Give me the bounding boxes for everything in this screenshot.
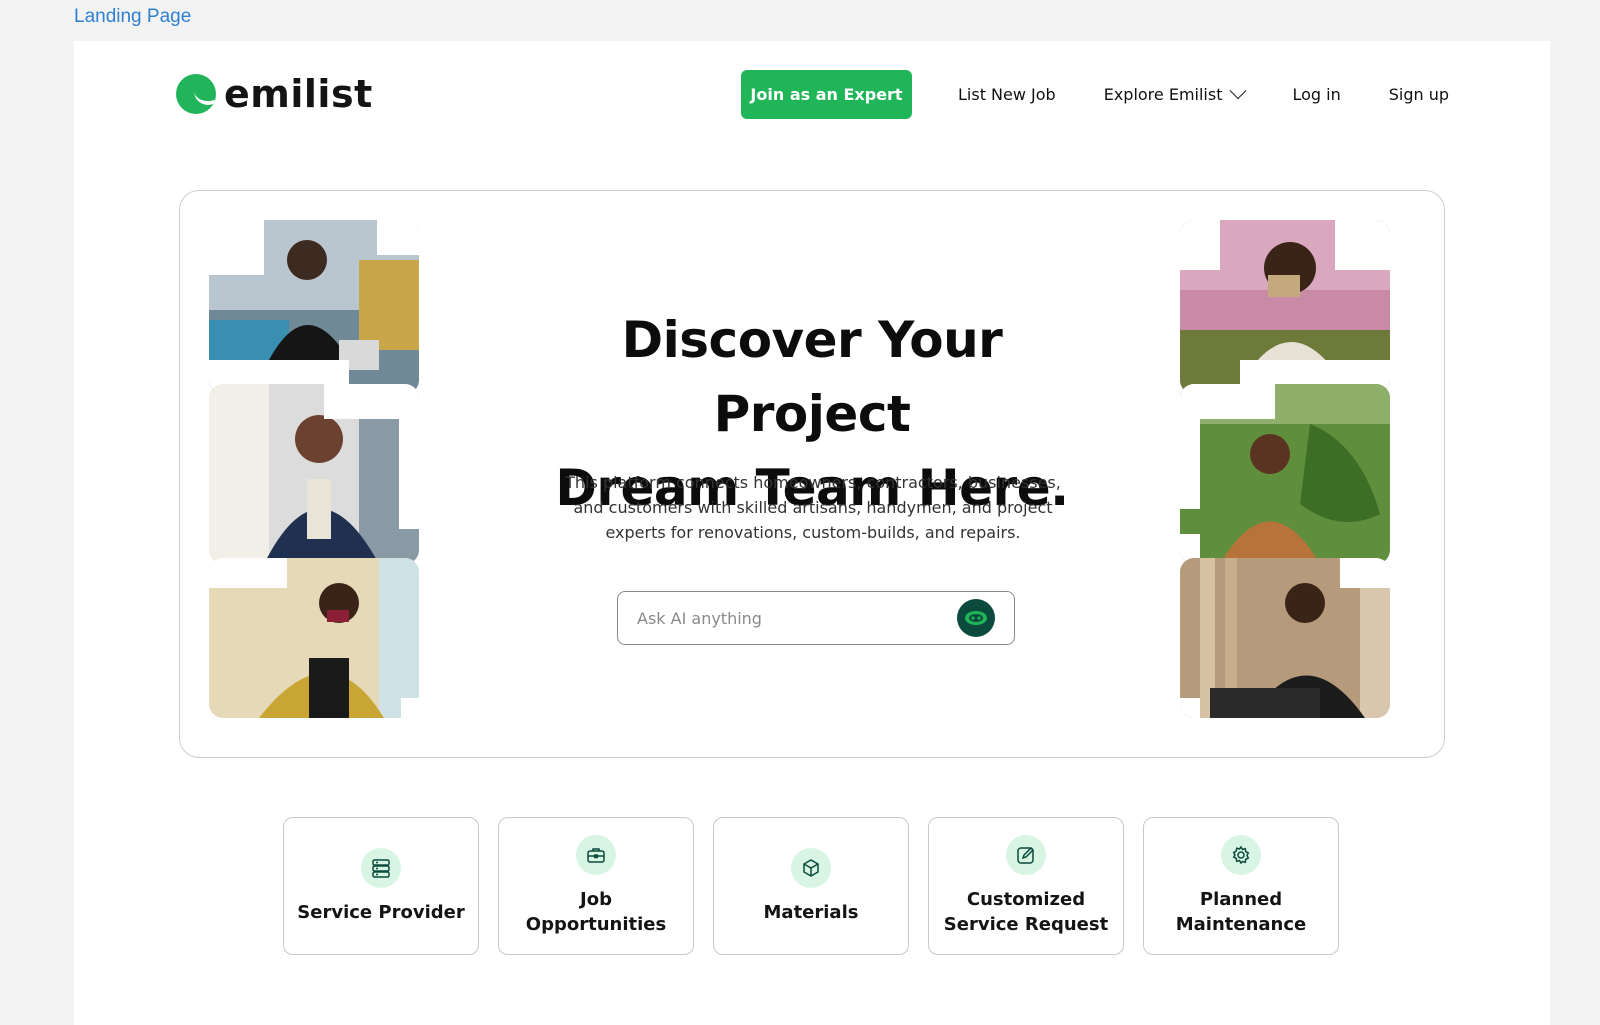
photo-cleaner-man	[209, 558, 419, 718]
briefcase-icon	[576, 835, 616, 875]
category-label: Service Provider	[297, 901, 465, 923]
box-icon	[791, 847, 831, 888]
hero-title-line-1: Discover Your Project	[621, 311, 1003, 443]
photo-carpenter	[1180, 558, 1390, 718]
category-customized-service-request[interactable]: Customized Service Request	[928, 817, 1124, 955]
category-label: Planned Maintenance	[1175, 889, 1307, 935]
photo-man-camera	[1180, 220, 1390, 394]
brand-logo[interactable]: emilist	[176, 72, 373, 116]
ai-robot-icon	[965, 611, 987, 625]
nav-explore-label: Explore Emilist	[1103, 85, 1223, 104]
edit-pen-icon	[1006, 835, 1046, 875]
nav-login[interactable]: Log in	[1292, 85, 1340, 104]
nav-explore-dropdown[interactable]: Explore Emilist	[1103, 81, 1247, 104]
category-label: Job Opportunities	[525, 889, 667, 935]
brand-name: emilist	[224, 72, 373, 116]
join-as-expert-button[interactable]: Join as an Expert	[741, 70, 912, 119]
photo-smiling-man	[209, 384, 419, 564]
photo-woman-laptop	[209, 220, 419, 394]
landing-frame: emilist Join as an Expert List New Job E…	[74, 41, 1550, 1025]
logo-mark-icon	[176, 74, 216, 114]
ai-search-bar	[617, 591, 1015, 645]
category-job-opportunities[interactable]: Job Opportunities	[498, 817, 694, 955]
nav-list-new-job[interactable]: List New Job	[958, 85, 1056, 104]
nav-signup[interactable]: Sign up	[1389, 85, 1449, 104]
ai-search-input[interactable]	[637, 608, 957, 628]
chevron-down-icon	[1229, 81, 1247, 99]
server-icon	[361, 847, 401, 888]
ai-assistant-button[interactable]	[957, 599, 995, 637]
top-nav: Join as an Expert List New Job Explore E…	[741, 70, 1449, 119]
photo-woman-plants	[1180, 384, 1390, 564]
page-label: Landing Page	[74, 6, 192, 27]
settings-gear-icon	[1221, 835, 1261, 875]
category-row: Service Provider Job Opportunities Mater…	[283, 817, 1339, 955]
hero-card: Discover Your Project Dream Team Here. T…	[179, 190, 1445, 758]
category-label: Customized Service Request	[943, 889, 1109, 935]
category-label: Materials	[763, 901, 859, 923]
category-materials[interactable]: Materials	[713, 817, 909, 955]
category-planned-maintenance[interactable]: Planned Maintenance	[1143, 817, 1339, 955]
hero-description: This platform connects homeowners, contr…	[565, 473, 1061, 542]
category-service-provider[interactable]: Service Provider	[283, 817, 479, 955]
